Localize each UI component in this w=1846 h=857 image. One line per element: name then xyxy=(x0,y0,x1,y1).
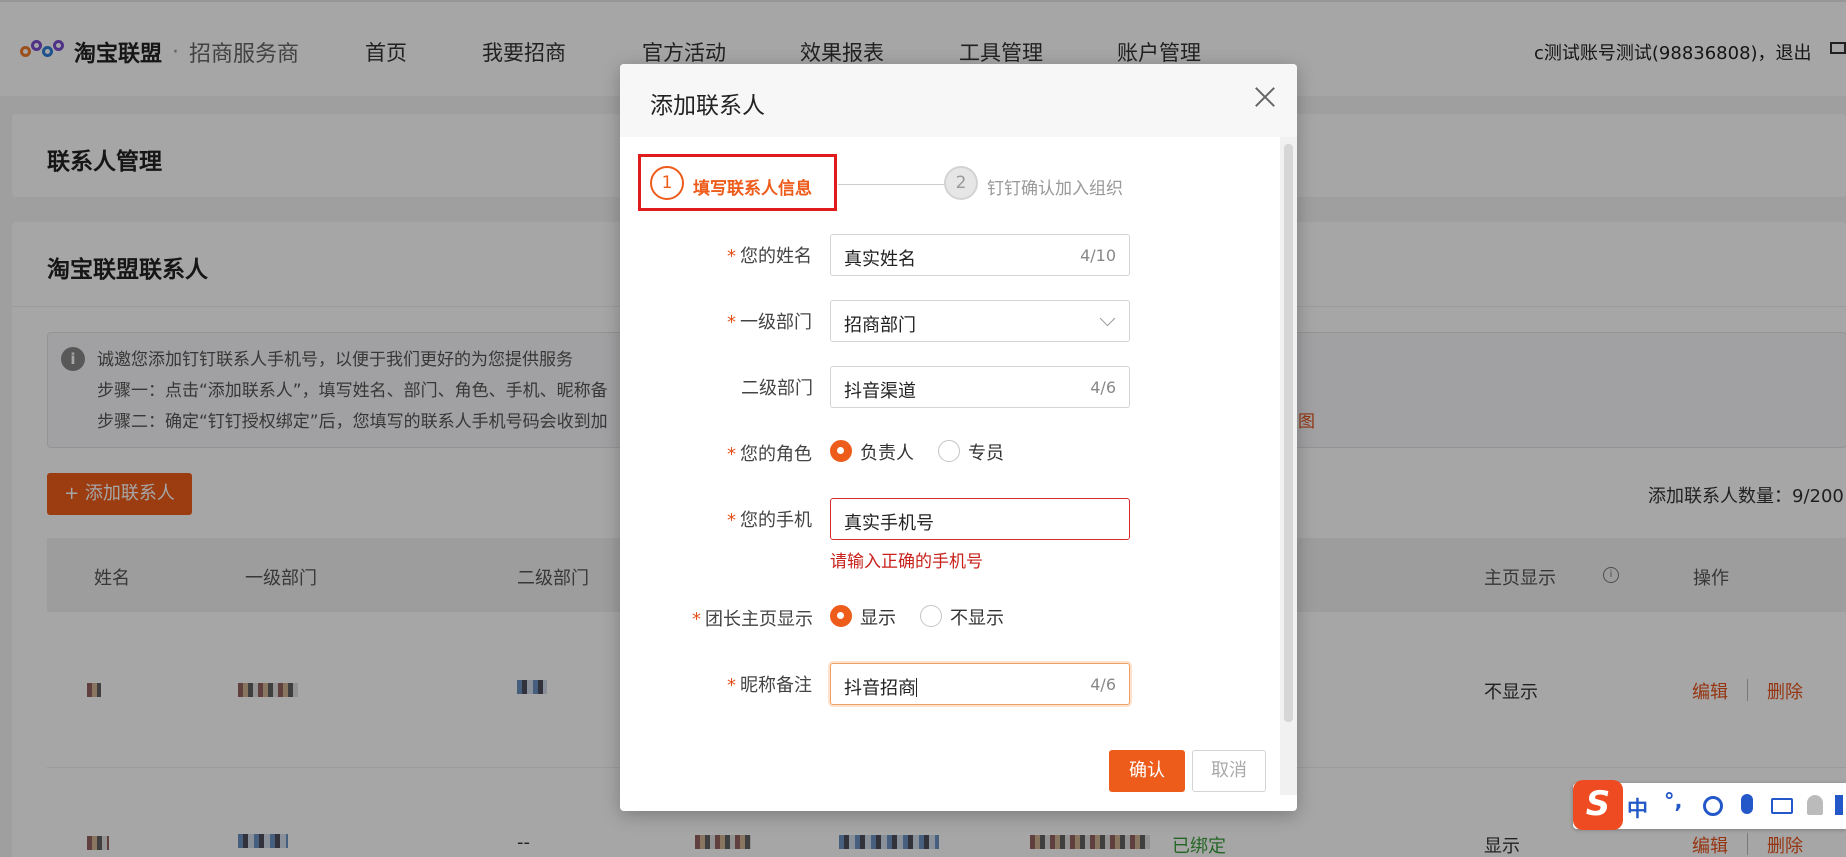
dialog-header: 添加联系人 xyxy=(620,64,1297,137)
confirm-button[interactable]: 确认 xyxy=(1109,750,1185,792)
name-value: 真实姓名 xyxy=(844,249,916,270)
text-cursor xyxy=(916,678,917,697)
phone-label: * 您的手机 xyxy=(727,510,812,531)
ime-punctuation-toggle[interactable]: °, xyxy=(1664,789,1682,813)
nickname-value: 抖音招商 xyxy=(844,678,917,699)
close-icon[interactable] xyxy=(1254,86,1276,108)
dept1-select[interactable]: 招商部门 xyxy=(830,300,1130,342)
step-2-indicator: 2 xyxy=(944,166,978,200)
step-2-label: 钉钉确认加入组织 xyxy=(987,179,1123,199)
nickname-input[interactable]: 抖音招商 4/6 xyxy=(830,663,1130,705)
home-display-label: * 团长主页显示 xyxy=(692,609,813,630)
dept2-input[interactable]: 抖音渠道 4/6 xyxy=(830,366,1130,408)
step-connector xyxy=(838,184,946,185)
name-char-count: 4/10 xyxy=(1080,246,1116,265)
phone-error-message: 请输入正确的手机号 xyxy=(830,552,983,572)
emoji-icon[interactable] xyxy=(1703,796,1723,816)
phone-input[interactable]: 真实手机号 xyxy=(830,498,1130,540)
dept2-label: 二级部门 xyxy=(741,378,813,399)
home-option-show[interactable]: 显示 xyxy=(860,604,896,630)
more-icon[interactable] xyxy=(1835,795,1843,815)
user-icon[interactable] xyxy=(1807,795,1823,815)
required-mark: * xyxy=(727,246,736,267)
chevron-down-icon xyxy=(1099,310,1116,327)
step-1-indicator: 1 xyxy=(650,166,684,200)
dept1-value: 招商部门 xyxy=(844,315,916,336)
nickname-label: * 昵称备注 xyxy=(727,675,812,696)
microphone-icon[interactable] xyxy=(1741,794,1753,814)
required-mark: * xyxy=(692,609,701,630)
scroll-thumb[interactable] xyxy=(1284,144,1293,722)
required-mark: * xyxy=(727,510,736,531)
ime-toolbar: S 中 °, xyxy=(1573,780,1846,830)
home-radio-show[interactable] xyxy=(830,605,852,627)
required-mark: * xyxy=(727,312,736,333)
dialog-title: 添加联系人 xyxy=(650,93,765,119)
name-label: * 您的姓名 xyxy=(727,246,812,267)
dept2-char-count: 4/6 xyxy=(1090,378,1116,397)
nickname-char-count: 4/6 xyxy=(1090,675,1116,694)
required-mark: * xyxy=(727,444,736,465)
add-contact-dialog: 添加联系人 1 填写联系人信息 2 钉钉确认加入组织 * 您的姓名 真实姓名 4/… xyxy=(620,64,1297,811)
name-input[interactable]: 真实姓名 4/10 xyxy=(830,234,1130,276)
step-1-label: 填写联系人信息 xyxy=(693,179,812,199)
role-label: * 您的角色 xyxy=(727,444,812,465)
role-radio-leader[interactable] xyxy=(830,440,852,462)
role-option-leader[interactable]: 负责人 xyxy=(860,439,914,465)
role-option-specialist[interactable]: 专员 xyxy=(968,439,1004,465)
role-radio-specialist[interactable] xyxy=(938,440,960,462)
home-option-hide[interactable]: 不显示 xyxy=(950,604,1004,630)
phone-value: 真实手机号 xyxy=(844,513,934,534)
ime-logo-icon[interactable]: S xyxy=(1573,780,1623,830)
required-mark: * xyxy=(727,675,736,696)
home-radio-hide[interactable] xyxy=(920,605,942,627)
dept1-label: * 一级部门 xyxy=(727,312,812,333)
keyboard-icon[interactable] xyxy=(1771,798,1793,814)
cancel-button[interactable]: 取消 xyxy=(1192,750,1266,792)
dept2-value: 抖音渠道 xyxy=(844,381,916,402)
ime-mode-toggle[interactable]: 中 xyxy=(1627,793,1648,823)
